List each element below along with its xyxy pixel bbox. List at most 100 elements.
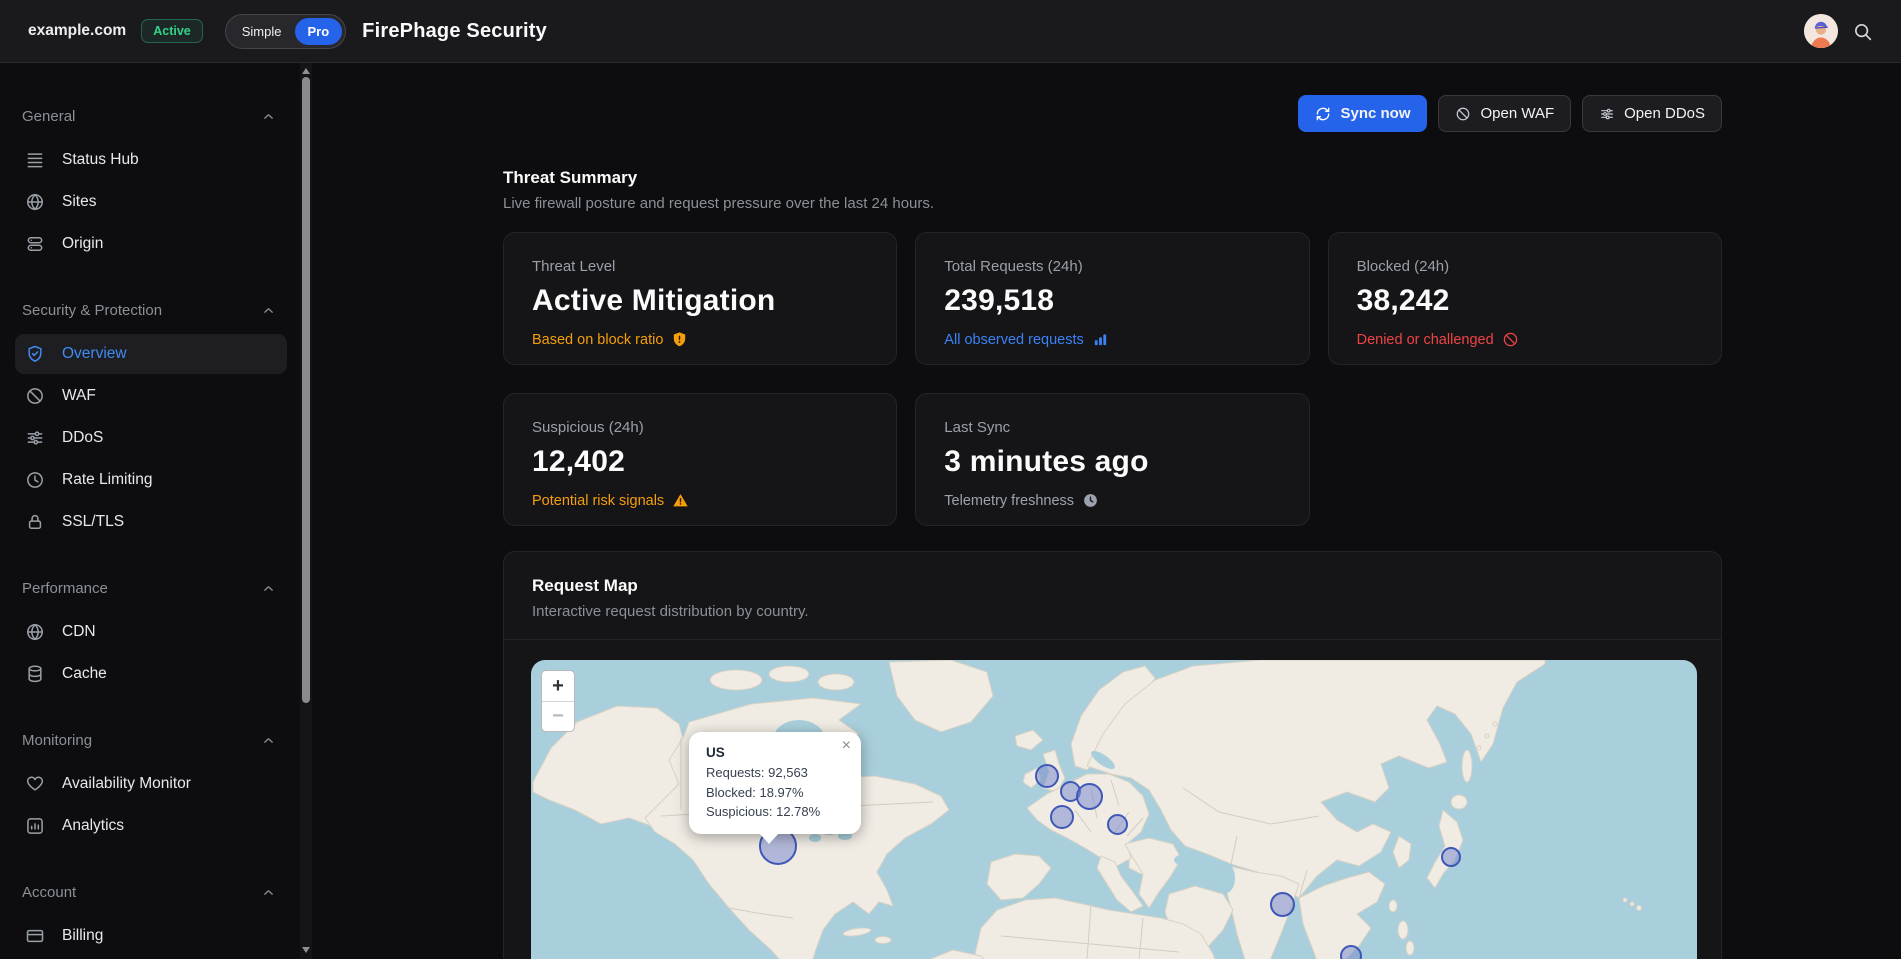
card-last-sync: Last Sync 3 minutes ago Telemetry freshn…	[915, 393, 1309, 526]
sidebar-item-label: SSL/TLS	[62, 513, 124, 531]
sidebar-item-status-hub[interactable]: Status Hub	[15, 140, 287, 180]
sidebar-section-performance: Performance CDN Cache	[0, 580, 300, 694]
refresh-icon	[1315, 106, 1331, 122]
sliders-icon	[1599, 106, 1615, 122]
rows-icon	[25, 150, 45, 170]
map-marker-france[interactable]	[1050, 805, 1074, 829]
sidebar-section-header-account[interactable]: Account	[0, 884, 300, 902]
sidebar-scrollbar[interactable]	[300, 63, 312, 959]
card-value: 38,242	[1357, 284, 1693, 318]
sync-now-label: Sync now	[1340, 105, 1410, 122]
map-marker-uk[interactable]	[1035, 764, 1059, 788]
sidebar-item-overview[interactable]: Overview	[15, 334, 287, 374]
map-popup: × US Requests: 92,563 Blocked: 18.97% Su…	[689, 732, 861, 834]
map-marker-germany[interactable]	[1076, 783, 1103, 810]
popup-tail	[759, 833, 779, 844]
chevron-up-icon	[261, 303, 276, 318]
sidebar-item-cdn[interactable]: CDN	[15, 612, 287, 652]
avatar-illustration	[1804, 14, 1838, 48]
card-suspicious: Suspicious (24h) 12,402 Potential risk s…	[503, 393, 897, 526]
sidebar-item-label: Cache	[62, 665, 107, 683]
open-ddos-label: Open DDoS	[1624, 105, 1705, 122]
main-content: Sync now Open WAF Open DDoS Threat Summa…	[312, 63, 1901, 959]
map-marker-india[interactable]	[1270, 892, 1295, 917]
user-avatar[interactable]	[1804, 14, 1838, 48]
scroll-down-arrow[interactable]	[300, 944, 312, 956]
sidebar-section-general: General Status Hub Sites Origin	[0, 108, 300, 264]
card-note-text: Denied or challenged	[1357, 332, 1494, 348]
toggle-simple[interactable]: Simple	[229, 18, 295, 45]
sidebar-item-label: DDoS	[62, 429, 103, 447]
card-label: Total Requests (24h)	[944, 258, 1280, 275]
threat-summary-header: Threat Summary Live firewall posture and…	[503, 168, 1722, 212]
sidebar-item-sites[interactable]: Sites	[15, 182, 287, 222]
sidebar-item-label: CDN	[62, 623, 96, 641]
ban-icon	[25, 386, 45, 406]
threat-summary-title: Threat Summary	[503, 168, 1722, 188]
clock-icon	[1082, 492, 1099, 509]
section-label: Security & Protection	[22, 302, 162, 319]
scroll-up-arrow[interactable]	[300, 65, 312, 77]
app-title: FirePhage Security	[362, 20, 547, 43]
server-icon	[25, 234, 45, 254]
zoom-out-button[interactable]: −	[542, 701, 574, 731]
shield-check-icon	[25, 344, 45, 364]
card-note: Telemetry freshness	[944, 492, 1280, 509]
sidebar-item-origin[interactable]: Origin	[15, 224, 287, 264]
popup-requests: Requests: 92,563	[706, 763, 845, 783]
sidebar-section-header-monitoring[interactable]: Monitoring	[0, 732, 300, 750]
toolbar: Sync now Open WAF Open DDoS	[503, 95, 1722, 132]
sidebar-item-ddos[interactable]: DDoS	[15, 418, 287, 458]
sidebar-item-availability-monitor[interactable]: Availability Monitor	[15, 764, 287, 804]
card-note-text: Telemetry freshness	[944, 493, 1074, 509]
sidebar-item-label: Availability Monitor	[62, 775, 191, 793]
request-map-card: Request Map Interactive request distribu…	[503, 551, 1722, 959]
card-label: Threat Level	[532, 258, 868, 275]
sidebar: General Status Hub Sites Origin Security…	[0, 63, 300, 959]
card-note: All observed requests	[944, 331, 1280, 348]
sidebar-section-header-security[interactable]: Security & Protection	[0, 302, 300, 320]
popup-close-icon[interactable]: ×	[842, 738, 851, 754]
sidebar-item-analytics[interactable]: Analytics	[15, 806, 287, 846]
sidebar-item-cache[interactable]: Cache	[15, 654, 287, 694]
section-label: Performance	[22, 580, 108, 597]
map-marker-japan[interactable]	[1441, 847, 1461, 867]
card-note: Denied or challenged	[1357, 331, 1693, 348]
globe-icon	[25, 192, 45, 212]
section-label: General	[22, 108, 75, 125]
card-note: Based on block ratio	[532, 331, 868, 348]
zoom-in-button[interactable]: +	[542, 671, 574, 701]
sidebar-section-header-performance[interactable]: Performance	[0, 580, 300, 598]
sidebar-item-ssl-tls[interactable]: SSL/TLS	[15, 502, 287, 542]
sidebar-item-label: Sites	[62, 193, 96, 211]
card-value: 12,402	[532, 445, 868, 479]
sidebar-section-header-general[interactable]: General	[0, 108, 300, 126]
mode-toggle[interactable]: Simple Pro	[225, 14, 346, 49]
map-marker-singapore[interactable]	[1340, 945, 1362, 959]
sidebar-item-waf[interactable]: WAF	[15, 376, 287, 416]
card-total-requests: Total Requests (24h) 239,518 All observe…	[915, 232, 1309, 365]
world-map[interactable]: + − × US Requests: 92,563 Blocked: 18.97…	[531, 660, 1697, 959]
clock-icon	[25, 470, 45, 490]
sliders-icon	[25, 428, 45, 448]
scrollbar-thumb[interactable]	[302, 77, 310, 703]
toggle-pro[interactable]: Pro	[295, 18, 343, 45]
card-value: 239,518	[944, 284, 1280, 318]
sidebar-item-billing[interactable]: Billing	[15, 916, 287, 956]
request-map-title: Request Map	[532, 576, 1693, 596]
status-badge: Active	[141, 19, 203, 43]
sync-now-button[interactable]: Sync now	[1298, 95, 1427, 132]
open-waf-button[interactable]: Open WAF	[1438, 95, 1571, 132]
map-marker-balkans[interactable]	[1107, 814, 1128, 835]
sidebar-item-rate-limiting[interactable]: Rate Limiting	[15, 460, 287, 500]
card-note-text: Based on block ratio	[532, 332, 663, 348]
open-ddos-button[interactable]: Open DDoS	[1582, 95, 1722, 132]
search-icon[interactable]	[1852, 21, 1873, 42]
database-icon	[25, 664, 45, 684]
section-label: Monitoring	[22, 732, 92, 749]
card-note: Potential risk signals	[532, 492, 868, 509]
sidebar-section-security: Security & Protection Overview WAF DDoS …	[0, 302, 300, 542]
card-label: Last Sync	[944, 419, 1280, 436]
threat-summary-subtitle: Live firewall posture and request pressu…	[503, 195, 1722, 212]
popup-suspicious: Suspicious: 12.78%	[706, 802, 845, 822]
